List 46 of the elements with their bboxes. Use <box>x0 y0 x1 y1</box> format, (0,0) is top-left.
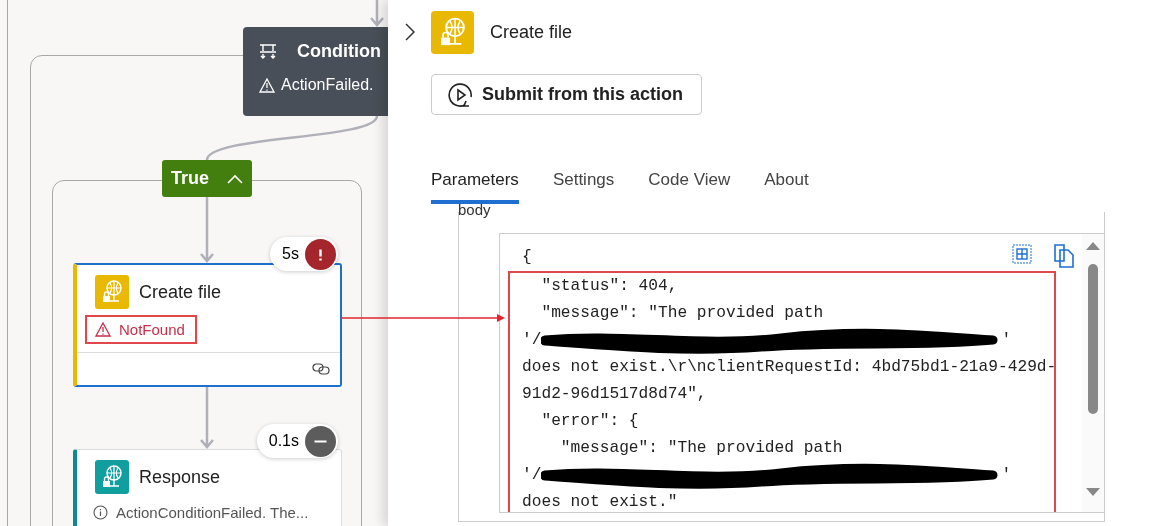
code-line: "message": "The provided path <box>559 438 843 459</box>
tab[interactable]: Code View <box>648 170 731 204</box>
code-line: does not exist.\r\nclientRequestId: 4bd75bd1-21a9-429d- <box>522 357 1057 378</box>
branch-toggle[interactable]: True <box>162 160 252 197</box>
grid-icon[interactable] <box>1012 244 1032 264</box>
section-label: body <box>458 201 491 218</box>
code-line: '/ <box>522 330 542 351</box>
code-line: ' <box>1001 465 1012 486</box>
resubmit-icon <box>448 81 474 108</box>
action-card[interactable]: Response ActionConditionFailed. The... <box>73 449 342 526</box>
code-line: ' <box>1001 330 1012 351</box>
code-line: does not exist." <box>522 492 678 512</box>
action-title: Create file <box>139 281 222 303</box>
connector-arrow <box>199 195 215 263</box>
globe-lock-icon <box>95 460 129 494</box>
duration-badge: 5s <box>270 237 338 271</box>
panel-title: Create file <box>490 21 573 43</box>
warning-icon <box>95 322 111 337</box>
connector-arrow <box>369 0 385 27</box>
condition-title: Condition <box>297 41 381 62</box>
code-line: 91d2-96d1517d8d74", <box>522 384 707 405</box>
action-title: Response <box>139 466 221 488</box>
duration-badge: 0.1s <box>256 424 338 458</box>
globe-lock-icon <box>431 10 474 54</box>
code-line: "message": "The provided path <box>540 303 824 324</box>
link-icon <box>312 363 330 375</box>
status-text: NotFound <box>119 321 185 338</box>
tab[interactable]: About <box>764 170 809 204</box>
warning-icon <box>259 77 275 93</box>
copy-icon[interactable] <box>1054 244 1074 268</box>
code-line: "status": 404, <box>540 276 678 297</box>
submit-button[interactable]: Submit from this action <box>431 74 702 115</box>
code-line: "error": { <box>540 411 639 432</box>
scrollbar[interactable] <box>1082 234 1104 512</box>
status-text: ActionConditionFailed. The... <box>116 504 309 521</box>
tab[interactable]: Settings <box>552 170 615 204</box>
code-line: '/ <box>522 465 542 486</box>
chevron-right-icon[interactable] <box>405 23 415 41</box>
info-icon <box>93 505 108 520</box>
condition-status: ActionFailed. <box>281 76 374 94</box>
code-line: { <box>522 247 532 268</box>
condition-node[interactable]: Condition ActionFailed. <box>243 27 388 116</box>
tab[interactable]: Parameters <box>431 170 519 204</box>
action-card[interactable]: Create file NotFound <box>73 263 342 387</box>
condition-icon <box>259 43 277 60</box>
globe-lock-icon <box>95 275 129 309</box>
